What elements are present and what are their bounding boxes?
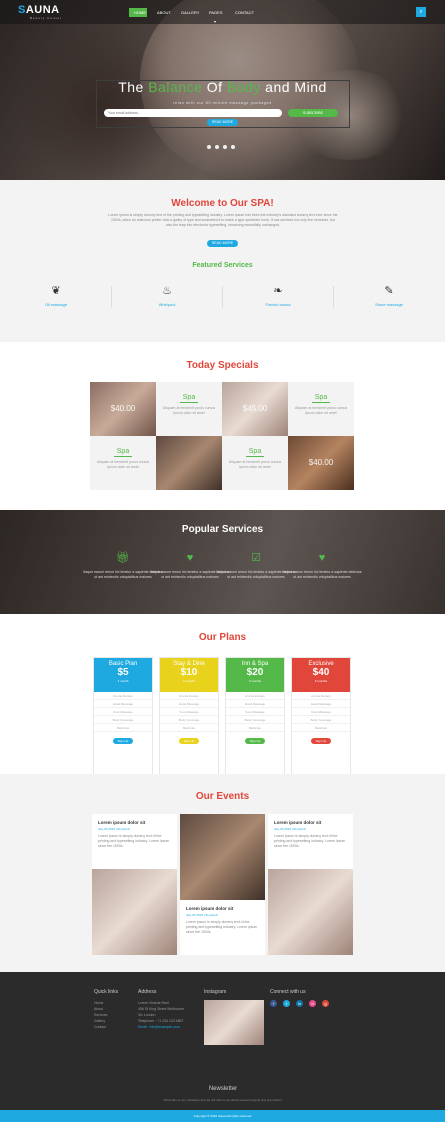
address-title: Address [138,989,157,995]
event-card[interactable]: Lorem ipsum dolor sit Sep 06 2015 | By A… [268,814,353,869]
slider-dot[interactable] [231,145,235,149]
nav-home[interactable]: HOME [129,8,147,17]
nav-contact[interactable]: CONTACT [230,8,256,17]
popular-title: Popular Services [181,524,264,535]
event-image[interactable] [92,869,177,955]
facebook-icon[interactable]: f [270,1000,277,1007]
google-plus-icon[interactable]: g [322,1000,329,1007]
newsletter-email-input[interactable] [104,109,282,117]
heart-icon: ♥ [318,552,326,564]
welcome-text: Lorem ipsum is simply dummy text of the … [108,213,338,227]
footer-link[interactable]: Contact [94,1024,107,1030]
popular-item: ♥ Itaque earum rerum hic tenetur a sapie… [282,552,362,579]
newsletter-text: Subscribe to our newsletter and we will … [163,1098,283,1102]
top-navbar: SAUNA Beauty Center HOME ABOUT GALLERY P… [0,0,445,24]
divider [111,286,112,308]
event-card[interactable]: Lorem ipsum dolor sit Sep 06 2015 | By A… [92,814,177,869]
address-block: Lorem Victoria Raid 456 St King Street M… [138,1001,184,1029]
events-title: Our Events [195,791,250,802]
newsletter-box [96,80,350,128]
sign-up-button[interactable]: Sign Up [245,738,265,744]
special-image[interactable] [156,436,222,490]
linkedin-icon[interactable]: in [296,1000,303,1007]
plan-card-stay-dine: Stay & Dine $10 2 months Aroma therapy Hand… [159,657,219,785]
specials-title: Today Specials [186,360,259,371]
slider-dot[interactable] [223,145,227,149]
special-image[interactable]: $40.00 [90,382,156,436]
special-image[interactable]: $40.00 [288,436,354,490]
butterfly-icon: ❦ [51,285,61,297]
newsletter-title: Newsletter [208,1086,238,1092]
sign-up-button[interactable]: Sign Up [311,738,331,744]
sign-up-button[interactable]: Sign Up [113,738,133,744]
slider-dot[interactable] [207,145,211,149]
feature-finnish-sauna[interactable]: ❧ Finnish sauna [233,284,323,307]
logo[interactable]: SAUNA [18,4,60,16]
logo-tagline: Beauty Center [30,16,63,20]
plan-card-basic: Basic Plan $5 1 month Aroma therapy Hand Ma… [93,657,153,785]
leaf-icon: ❧ [273,285,283,297]
quick-links-list: Home About Services Gallery Contact [94,1000,107,1030]
feature-oil-massage[interactable]: ❦ Oil massage [11,284,101,307]
dribbble-icon[interactable]: d [309,1000,316,1007]
special-text-tile: Spa Aliquam at hendrerit purus cursus ip… [222,436,288,490]
plans-title: Our Plans [198,632,247,643]
plan-card-inn-spa: Inn & Spa $20 3 months Aroma therapy Hand M… [225,657,285,785]
copyright-bar: Copyright © 2016 Sauna All rights reserv… [0,1110,445,1122]
divider [333,286,334,308]
event-image[interactable] [180,814,265,900]
feature-stone-massage[interactable]: ✎ Stone massage [344,284,434,307]
event-card[interactable]: Lorem ipsum dolor sit Sep 06 2015 | By A… [180,900,265,955]
twitter-icon[interactable]: t [283,1000,290,1007]
welcome-title: Welcome to Our SPA! [171,198,274,209]
sign-up-button[interactable]: Sign Up [179,738,199,744]
plan-card-exclusive: Exclusive $40 6 months Aroma therapy Hand M… [291,657,351,785]
slider-dot[interactable] [215,145,219,149]
connect-title: Connect with us [270,989,306,995]
nav-gallery[interactable]: GALLERY [176,8,200,17]
special-text-tile: Spa Aliquam at hendrerit purus cursus ip… [156,382,222,436]
featured-title: Featured Services [192,262,253,269]
divider [222,286,223,308]
bath-icon: ♨ [162,285,172,297]
feature-whirlpool[interactable]: ♨ Whirlpool [122,284,212,307]
special-text-tile: Spa Aliquam at hendrerit purus cursus ip… [90,436,156,490]
brush-icon: ✎ [384,285,394,297]
quick-links-title: Quick links [94,989,119,995]
special-image[interactable]: $45.00 [222,382,288,436]
nav-about[interactable]: ABOUT [152,8,172,17]
special-text-tile: Spa Aliquam at hendrerit purus cursus ip… [288,382,354,436]
search-icon[interactable]: ⌕ [416,7,426,17]
subscribe-button[interactable]: SUBSCRIBE [288,109,338,117]
instagram-photo[interactable] [204,1000,264,1045]
instagram-title: Instagram [204,989,227,995]
nav-pages[interactable]: PAGES ▾ [204,8,226,24]
welcome-read-more-button[interactable]: READ MORE [207,240,238,247]
event-image[interactable] [268,869,353,955]
